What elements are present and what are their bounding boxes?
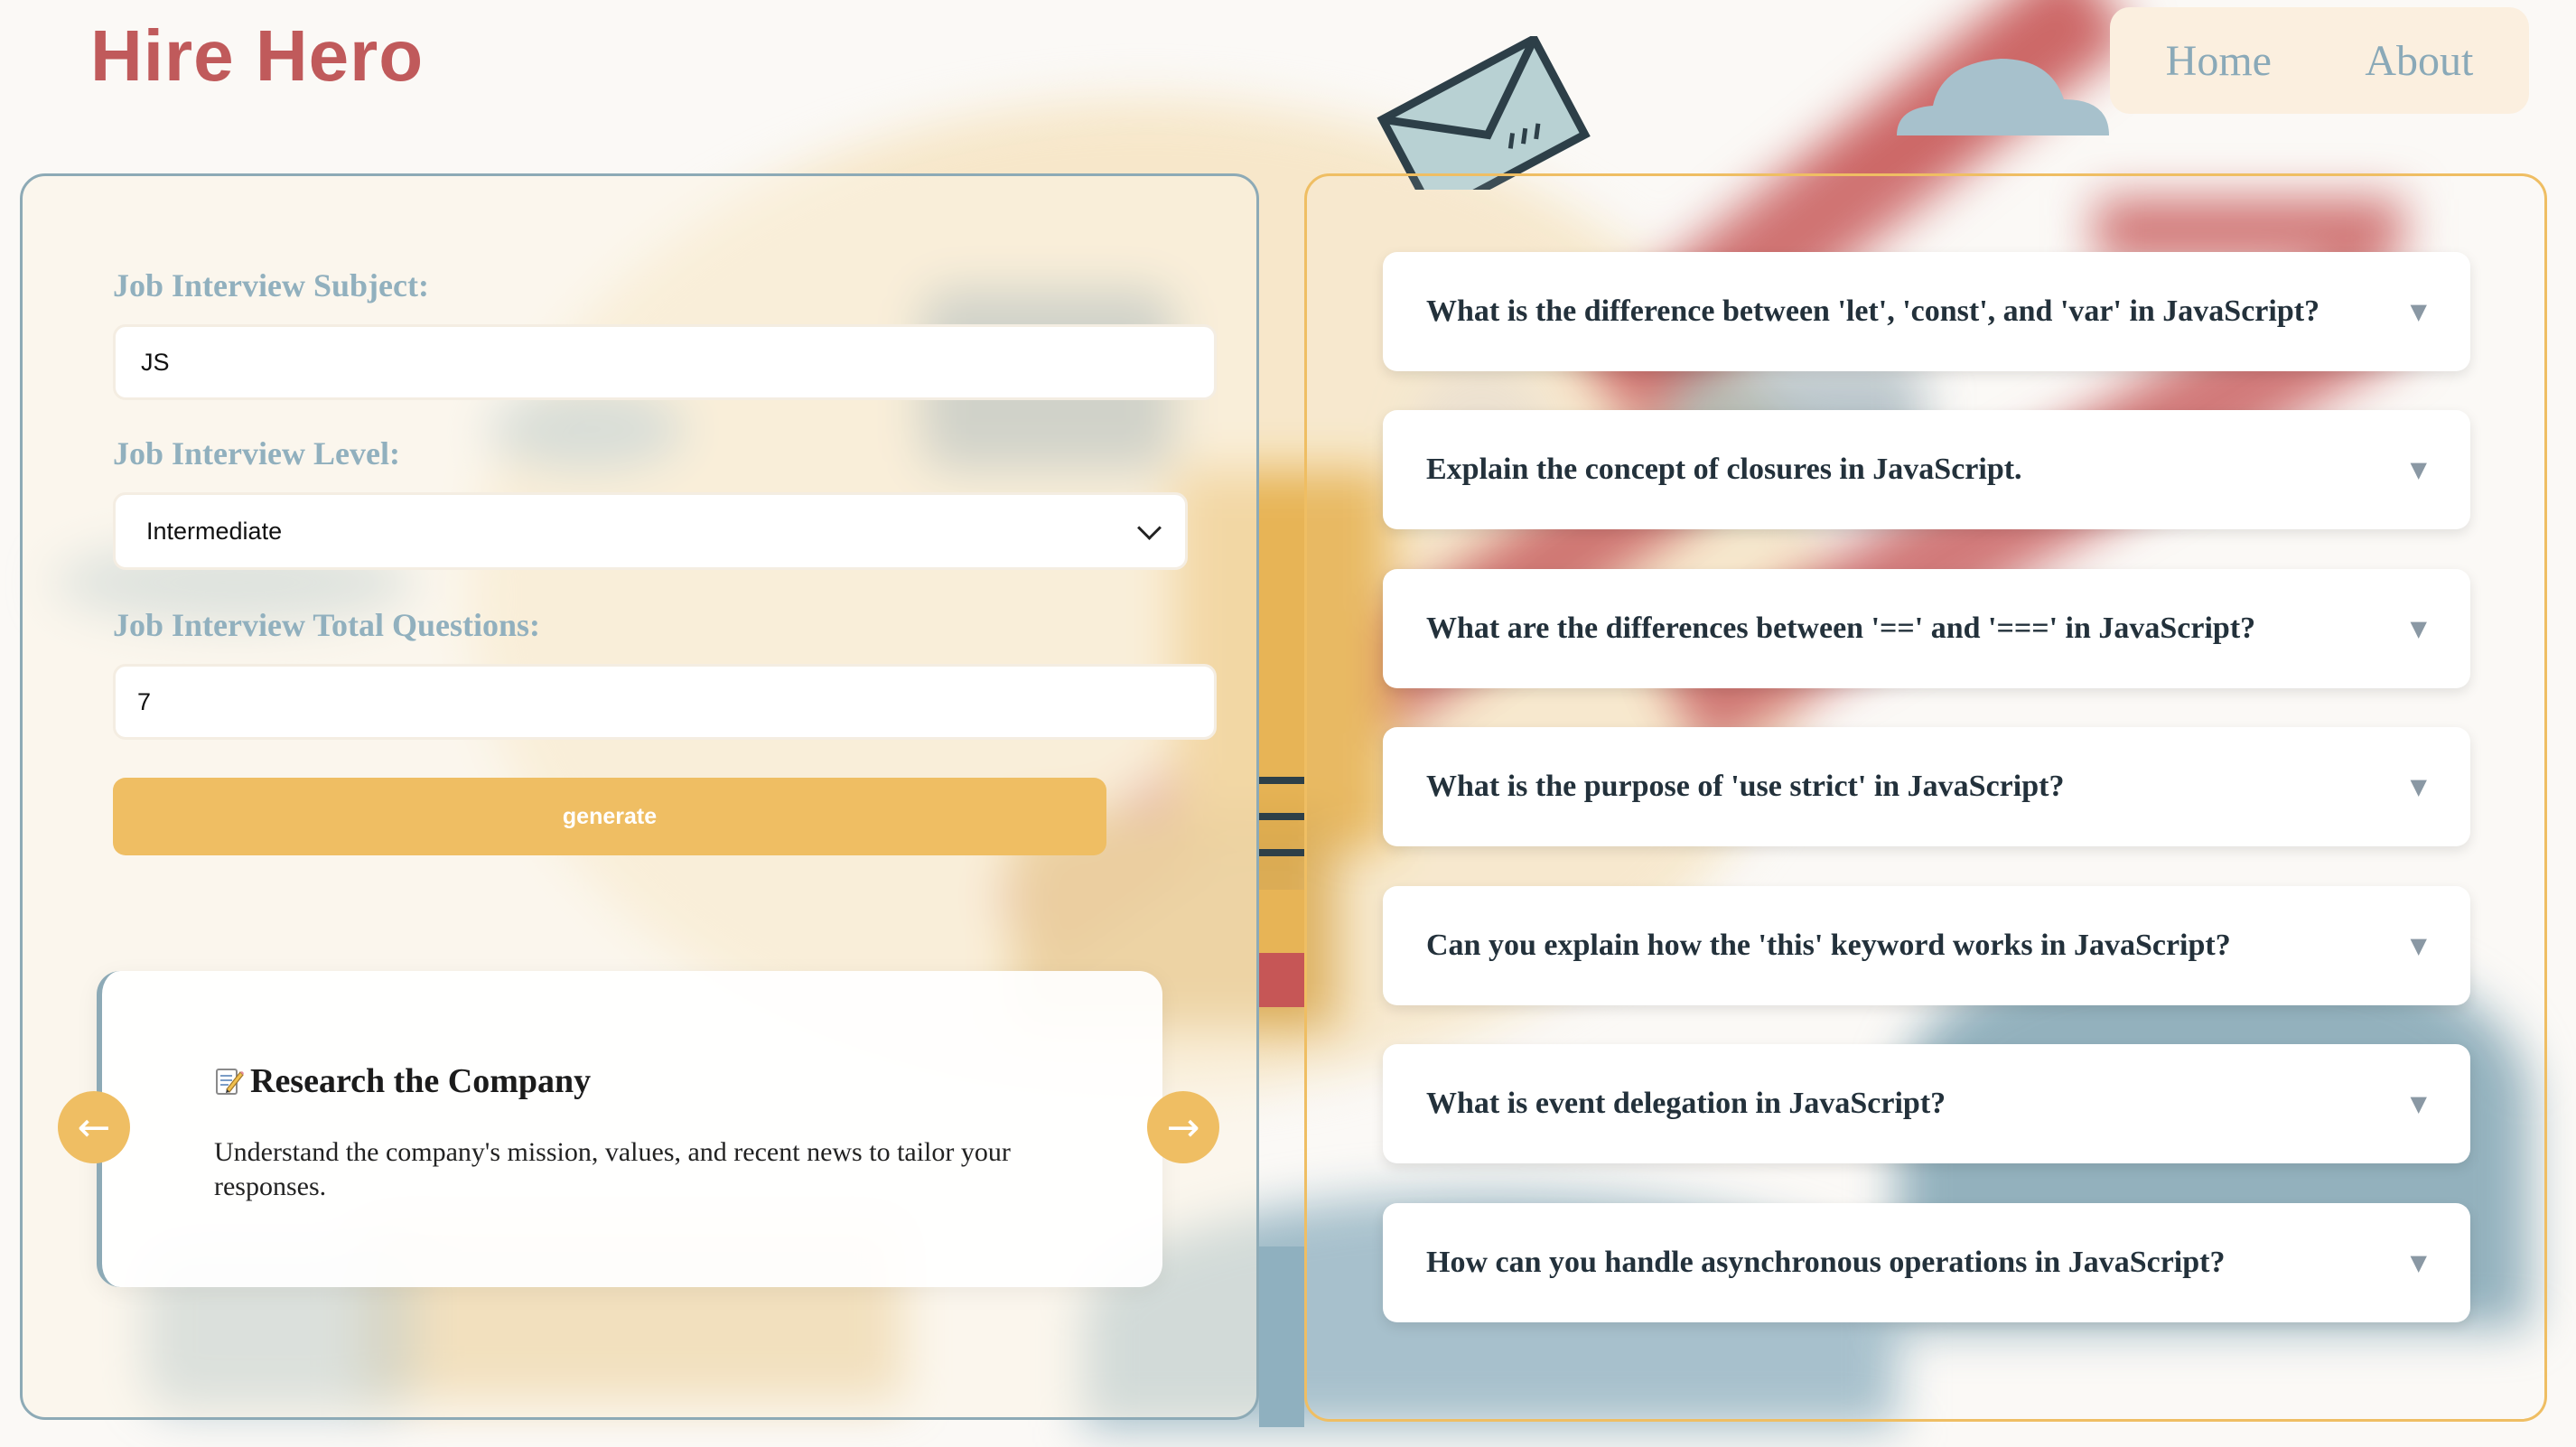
level-select[interactable]: Intermediate xyxy=(113,492,1188,570)
caret-down-icon: ▼ xyxy=(2410,933,2427,958)
arrow-left-icon: ← xyxy=(77,1104,111,1151)
caret-down-icon: ▼ xyxy=(2410,1091,2427,1116)
memo-icon xyxy=(214,1066,245,1097)
subject-label: Job Interview Subject: xyxy=(113,267,429,303)
question-text: How can you handle asynchronous operatio… xyxy=(1426,1246,2226,1279)
total-questions-label: Job Interview Total Questions: xyxy=(113,607,541,643)
question-item[interactable]: Explain the concept of closures in JavaS… xyxy=(1383,410,2470,529)
question-item[interactable]: What is the difference between 'let', 'c… xyxy=(1383,252,2470,371)
total-questions-input-value: 7 xyxy=(137,687,152,715)
caret-down-icon: ▼ xyxy=(2410,457,2427,482)
tip-description: Understand the company's mission, values… xyxy=(214,1137,1011,1201)
question-item[interactable]: What is the purpose of 'use strict' in J… xyxy=(1383,727,2470,846)
arrow-right-icon: → xyxy=(1166,1104,1200,1151)
level-label: Job Interview Level: xyxy=(113,435,400,471)
question-text: What is the purpose of 'use strict' in J… xyxy=(1426,770,2065,803)
nav-about-link[interactable]: About xyxy=(2365,36,2473,86)
caret-down-icon: ▼ xyxy=(2410,616,2427,641)
subject-input[interactable]: JS xyxy=(113,324,1217,400)
question-text: What are the differences between '==' an… xyxy=(1426,611,2256,645)
question-item[interactable]: What are the differences between '==' an… xyxy=(1383,569,2470,688)
question-text: What is event delegation in JavaScript? xyxy=(1426,1087,1946,1120)
app-logo[interactable]: Hire Hero xyxy=(90,14,424,98)
interview-settings-panel: Job Interview Subject: JS Job Interview … xyxy=(20,173,1259,1420)
tip-card: Research the Company Understand the comp… xyxy=(97,971,1162,1287)
caret-down-icon: ▼ xyxy=(2410,774,2427,799)
nav-home-link[interactable]: Home xyxy=(2166,36,2272,86)
tip-prev-button[interactable]: ← xyxy=(58,1091,130,1163)
questions-panel: What is the difference between 'let', 'c… xyxy=(1304,173,2547,1422)
subject-input-value: JS xyxy=(141,348,170,376)
question-text: What is the difference between 'let', 'c… xyxy=(1426,294,2320,328)
chevron-down-icon xyxy=(1137,515,1162,540)
total-questions-input[interactable]: 7 xyxy=(113,664,1217,740)
question-item[interactable]: What is event delegation in JavaScript? … xyxy=(1383,1044,2470,1163)
tip-next-button[interactable]: → xyxy=(1147,1091,1219,1163)
question-item[interactable]: Can you explain how the 'this' keyword w… xyxy=(1383,886,2470,1005)
question-text: Can you explain how the 'this' keyword w… xyxy=(1426,929,2231,962)
generate-button[interactable]: generate xyxy=(113,778,1106,855)
tip-title-text: Research the Company xyxy=(250,1062,592,1100)
top-nav: Home About xyxy=(2110,7,2529,114)
level-select-value: Intermediate xyxy=(146,517,283,545)
tip-title: Research the Company xyxy=(214,1061,591,1101)
question-text: Explain the concept of closures in JavaS… xyxy=(1426,453,2022,486)
question-item[interactable]: How can you handle asynchronous operatio… xyxy=(1383,1203,2470,1322)
caret-down-icon: ▼ xyxy=(2410,299,2427,324)
caret-down-icon: ▼ xyxy=(2410,1250,2427,1275)
